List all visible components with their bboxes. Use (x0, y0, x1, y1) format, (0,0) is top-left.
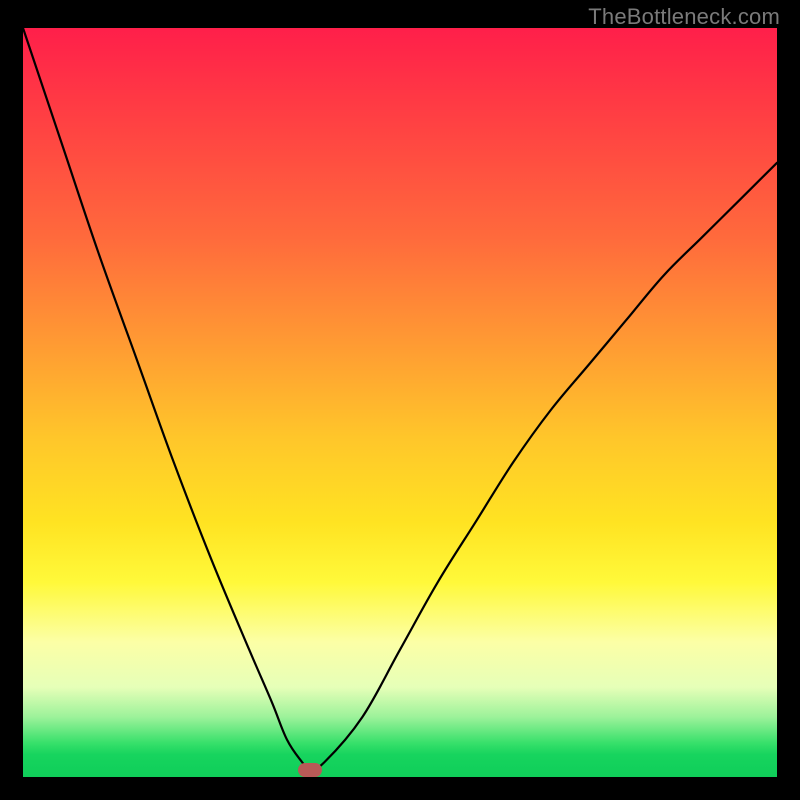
plot-area (23, 28, 777, 777)
attribution-text: TheBottleneck.com (588, 4, 780, 30)
curve-svg (23, 28, 777, 777)
optimal-point-marker (298, 763, 322, 777)
chart-frame: TheBottleneck.com (0, 0, 800, 800)
bottleneck-curve-path (23, 28, 777, 770)
